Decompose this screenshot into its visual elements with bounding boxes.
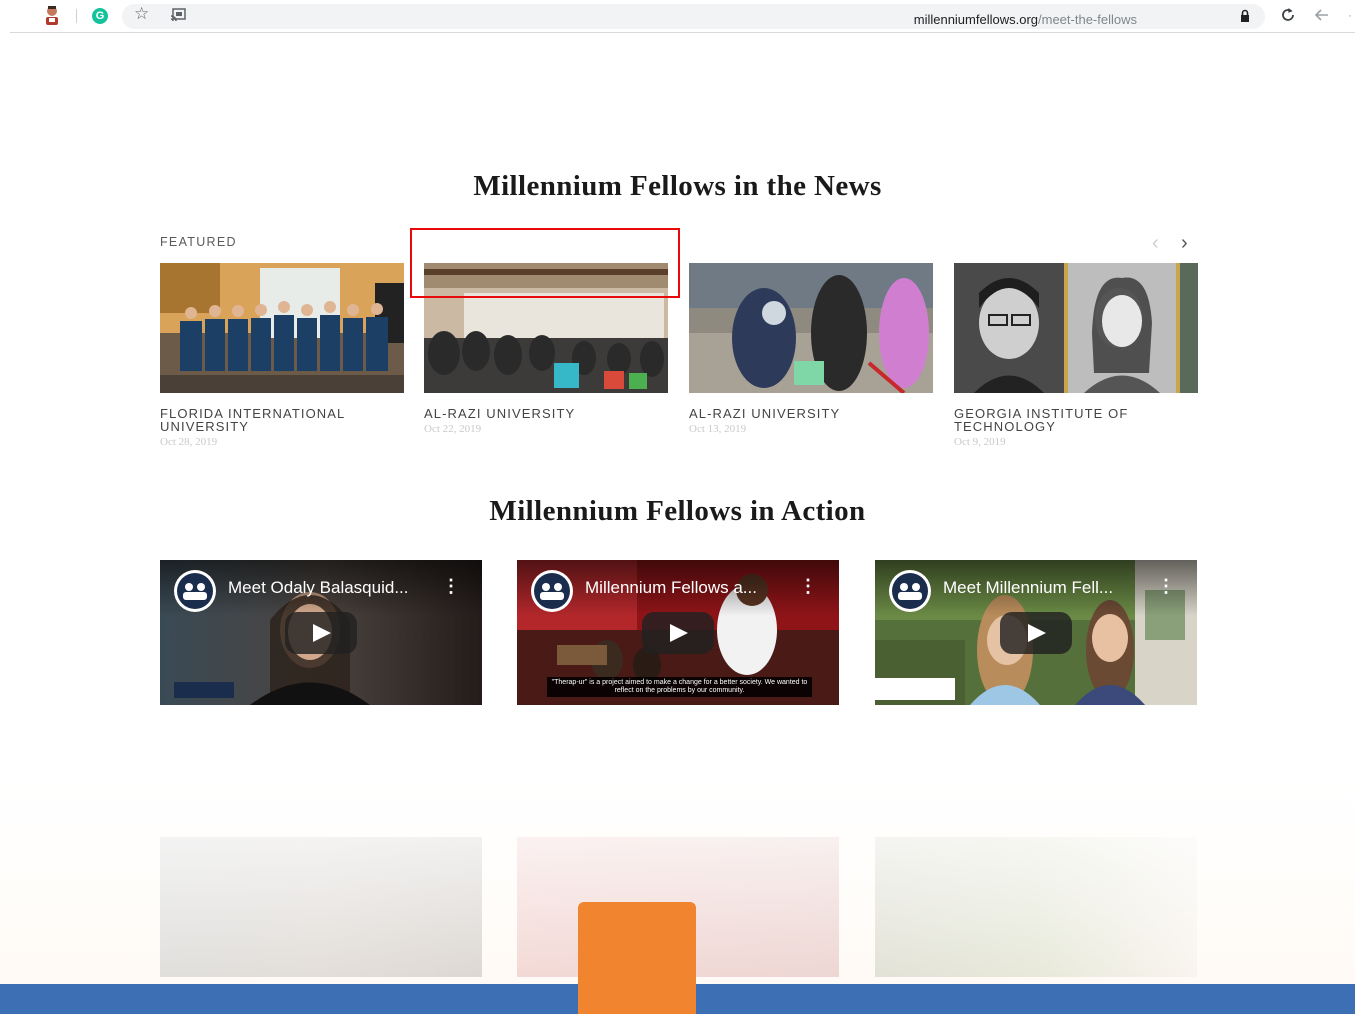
news-card-image[interactable] — [954, 263, 1198, 393]
play-icon — [670, 624, 688, 642]
channel-avatar[interactable] — [531, 570, 573, 612]
featured-label: FEATURED — [160, 235, 237, 249]
toolbar-divider-line — [10, 32, 1355, 33]
video-title[interactable]: Meet Millennium Fell... — [943, 578, 1113, 598]
news-card[interactable]: AL-RAZI UNIVERSITY Oct 13, 2019 — [689, 263, 933, 435]
bookmark-star-icon[interactable]: ☆ — [134, 4, 149, 24]
url-path: /meet-the-fellows — [1038, 12, 1137, 27]
channel-avatar[interactable] — [889, 570, 931, 612]
play-icon — [1028, 624, 1046, 642]
overflow-icon[interactable]: · — [1348, 8, 1352, 22]
video-subtitle: "Therap-ur" is a project aimed to make a… — [547, 677, 812, 697]
url-text[interactable]: millenniumfellows.org/meet-the-fellows — [914, 12, 1137, 27]
news-card-image[interactable] — [160, 263, 404, 393]
action-section-title: Millennium Fellows in Action — [489, 495, 866, 527]
play-button[interactable] — [1000, 612, 1072, 654]
news-card-school[interactable]: AL-RAZI UNIVERSITY — [424, 407, 668, 420]
cast-icon[interactable] — [170, 8, 186, 22]
cta-tab[interactable] — [578, 902, 696, 1014]
news-card[interactable]: FLORIDA INTERNATIONAL UNIVERSITY Oct 28,… — [160, 263, 404, 448]
play-button[interactable] — [642, 612, 714, 654]
news-card-image[interactable] — [689, 263, 933, 393]
news-card-school[interactable]: GEORGIA INSTITUTE OF TECHNOLOGY — [954, 407, 1198, 433]
address-bar[interactable]: millenniumfellows.org/meet-the-fellows — [122, 4, 1265, 29]
carousel-next-icon[interactable]: › — [1181, 232, 1188, 255]
highlight-box — [410, 228, 680, 298]
reload-icon[interactable] — [1279, 6, 1297, 24]
video-more-icon[interactable]: ⋮ — [1157, 576, 1175, 597]
news-section-title: Millennium Fellows in the News — [473, 170, 882, 202]
play-icon — [313, 624, 331, 642]
channel-avatar[interactable] — [174, 570, 216, 612]
news-card-school[interactable]: AL-RAZI UNIVERSITY — [689, 407, 933, 420]
video-embed[interactable]: Meet Millennium Fell... ⋮ — [875, 560, 1197, 705]
news-card-date: Oct 28, 2019 — [160, 436, 218, 448]
news-card-date: Oct 22, 2019 — [424, 423, 482, 435]
video-title[interactable]: Millennium Fellows a... — [585, 578, 757, 598]
carousel-prev-icon[interactable]: ‹ — [1152, 232, 1159, 255]
video-more-icon[interactable]: ⋮ — [799, 576, 817, 597]
video-title[interactable]: Meet Odaly Balasquid... — [228, 578, 408, 598]
news-card-date: Oct 9, 2019 — [954, 436, 1006, 448]
lock-icon[interactable] — [1240, 9, 1250, 22]
back-arrow-icon[interactable] — [1313, 6, 1331, 24]
news-card[interactable]: GEORGIA INSTITUTE OF TECHNOLOGY Oct 9, 2… — [954, 263, 1198, 448]
grammarly-extension-icon[interactable]: G — [92, 8, 108, 24]
url-host: millenniumfellows.org — [913, 12, 1039, 27]
browser-toolbar: millenniumfellows.org/meet-the-fellows G… — [0, 0, 1355, 33]
play-button[interactable] — [285, 612, 357, 654]
toolbar-divider — [76, 9, 77, 23]
news-card-school[interactable]: FLORIDA INTERNATIONAL UNIVERSITY — [160, 407, 404, 433]
news-card-date: Oct 13, 2019 — [689, 423, 747, 435]
video-embed[interactable]: Meet Odaly Balasquid... ⋮ — [160, 560, 482, 705]
video-embed[interactable]: Millennium Fellows a... ⋮ "Therap-ur" is… — [517, 560, 839, 705]
person-extension-icon[interactable] — [44, 5, 60, 25]
video-more-icon[interactable]: ⋮ — [442, 576, 460, 597]
